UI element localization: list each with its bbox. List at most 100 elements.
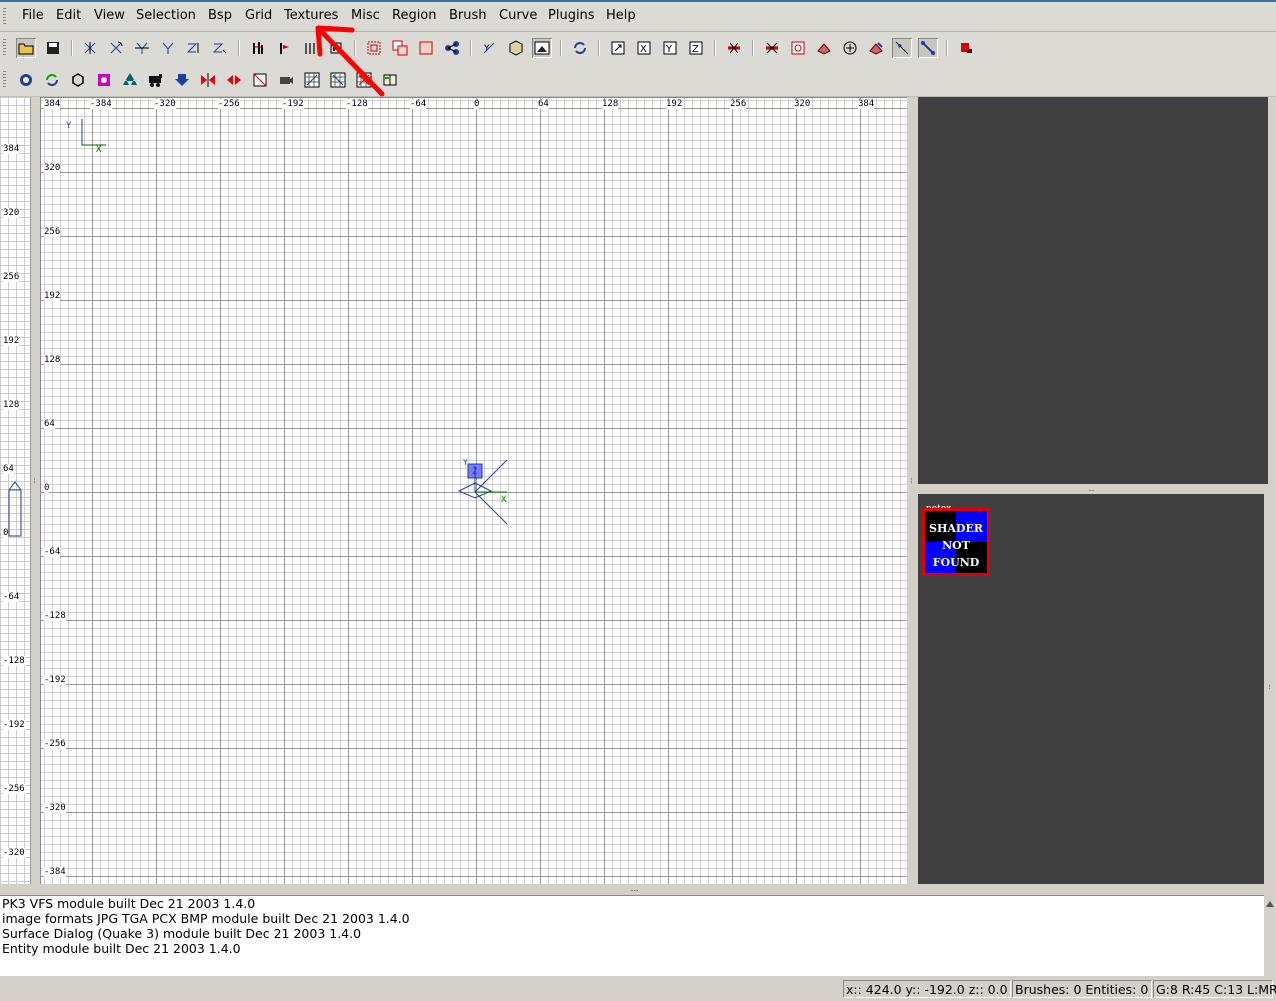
menu-view[interactable]: View	[94, 8, 125, 23]
rotate-z-icon[interactable]	[210, 38, 230, 58]
open-icon[interactable]	[16, 38, 36, 58]
plugin-train-icon[interactable]	[146, 70, 166, 90]
texture-lock-icon[interactable]	[814, 38, 834, 58]
z-view-splitter[interactable]: ....	[31, 97, 41, 884]
z-view[interactable]: 384 320 256 192 128 64 0 -64 -128 -192 -…	[0, 97, 31, 884]
menu-edit[interactable]: Edit	[56, 8, 81, 23]
svg-text:Y: Y	[665, 44, 673, 55]
status-grid: G:8 R:45 C:13 L:MR	[1153, 980, 1276, 998]
flip-x-icon[interactable]	[80, 38, 100, 58]
view-y-icon[interactable]: Y	[660, 38, 680, 58]
menu-grid[interactable]: Grid	[245, 8, 272, 23]
menu-plugins[interactable]: Plugins	[548, 8, 595, 23]
main-toolbar: Y X Y Z	[0, 32, 1276, 65]
console-scrollbar[interactable]	[1264, 895, 1276, 975]
filter-icon[interactable]	[724, 38, 744, 58]
select-complete-tall-icon[interactable]	[248, 38, 268, 58]
origin-x-label: X	[501, 495, 507, 505]
plugin-tree-icon[interactable]	[120, 70, 140, 90]
axis-y-label: Y	[66, 121, 72, 131]
patch-icon[interactable]	[788, 38, 808, 58]
menu-selection[interactable]: Selection	[136, 8, 196, 23]
rotate-x-icon[interactable]	[106, 38, 126, 58]
axis-indicator	[81, 119, 106, 146]
right-horizontal-splitter[interactable]: ....	[918, 484, 1268, 494]
z-label: 256	[3, 272, 20, 282]
select-touching-icon[interactable]	[274, 38, 294, 58]
cubic-clip-icon[interactable]	[532, 38, 552, 58]
flip-z-icon[interactable]	[184, 38, 204, 58]
toolbar-grip[interactable]	[3, 39, 6, 57]
grid-y-label: -384	[44, 867, 66, 877]
flip-y-icon[interactable]	[132, 38, 152, 58]
texture-view-icon[interactable]	[506, 38, 526, 58]
texture-browser[interactable]: notex SHADER NOT FOUND	[918, 494, 1264, 884]
scroll-up-icon[interactable]	[1264, 897, 1276, 911]
menu-brush[interactable]: Brush	[449, 8, 487, 23]
console-splitter[interactable]: .....	[0, 884, 1276, 895]
plugin-camera-icon[interactable]	[276, 70, 296, 90]
console-line: Surface Dialog (Quake 3) module built De…	[2, 926, 362, 941]
grid-x-label: 128	[602, 99, 619, 109]
main-vertical-splitter[interactable]: ....	[907, 97, 918, 884]
plugin-cross-box-icon[interactable]	[250, 70, 270, 90]
plugin-hexagon-icon[interactable]	[68, 70, 88, 90]
texture-browser-scrollbar[interactable]: ...	[1264, 494, 1276, 884]
view-z-icon[interactable]: Z	[686, 38, 706, 58]
console-line: PK3 VFS module built Dec 21 2003 1.4.0	[2, 896, 256, 911]
svg-text:Z: Z	[692, 44, 699, 55]
curve-insert-icon[interactable]	[866, 38, 886, 58]
console-line: image formats JPG TGA PCX BMP module bui…	[2, 911, 410, 926]
clipper-icon[interactable]	[762, 38, 782, 58]
select-faces-icon[interactable]	[892, 38, 912, 58]
z-label: 384	[3, 144, 20, 154]
xy-grid-view[interactable]: 384 -384 -320 -256 -192 -128 -64 0 64 12…	[40, 97, 908, 886]
csg-merge-icon[interactable]	[416, 38, 436, 58]
thumb-text-line: NOT	[942, 539, 970, 552]
menu-file[interactable]: File	[22, 8, 44, 23]
grid-x-label: -64	[410, 99, 427, 109]
bsp-icon[interactable]	[956, 38, 976, 58]
make-hollow-icon[interactable]	[442, 38, 462, 58]
grid-y-label: -128	[44, 611, 66, 621]
z-label: 64	[3, 464, 14, 474]
menu-curve[interactable]: Curve	[499, 8, 537, 23]
z-camera-marker[interactable]	[6, 480, 24, 538]
camera-view[interactable]	[918, 97, 1268, 484]
view-x-icon[interactable]: X	[634, 38, 654, 58]
plugin-toolbar-grip[interactable]	[3, 71, 6, 89]
svg-text:X: X	[640, 44, 647, 55]
texture-thumbnail-notex[interactable]: SHADER NOT FOUND	[922, 508, 990, 576]
plugin-mirror-icon[interactable]	[198, 70, 218, 90]
z-label: -128	[3, 656, 25, 666]
save-icon[interactable]	[43, 38, 63, 58]
grid-x-label: 0	[474, 99, 480, 109]
menubar-grip[interactable]	[3, 8, 6, 26]
plugin-shader-icon[interactable]	[16, 70, 36, 90]
refresh-icon[interactable]	[570, 38, 590, 58]
grid-y-label: 320	[44, 163, 61, 173]
plugin-cycle-icon[interactable]	[42, 70, 62, 90]
grid-y-label: -256	[44, 739, 66, 749]
thumb-text-line: SHADER	[929, 522, 983, 535]
drag-edges-icon[interactable]	[918, 38, 938, 58]
plugin-down-arrow-icon[interactable]	[172, 70, 192, 90]
origin-z-label: Z	[472, 467, 478, 477]
grid-x-label: 64	[538, 99, 549, 109]
entity-icon[interactable]	[608, 38, 628, 58]
console-log[interactable]: PK3 VFS module built Dec 21 2003 1.4.0 i…	[0, 895, 1264, 976]
grid-x-label: -384	[90, 99, 112, 109]
curve-bend-icon[interactable]	[840, 38, 860, 58]
rotate-y-icon[interactable]	[158, 38, 178, 58]
grid-y-label: 0	[44, 483, 50, 493]
change-view-icon[interactable]: Y	[480, 38, 500, 58]
plugin-texture-icon[interactable]	[94, 70, 114, 90]
plugin-flip-icon[interactable]	[224, 70, 244, 90]
axis-x-label: X	[96, 145, 102, 155]
menu-bsp[interactable]: Bsp	[208, 8, 232, 23]
z-label: -192	[3, 720, 25, 730]
menu-help[interactable]: Help	[606, 8, 636, 23]
menubar: File Edit View Selection Bsp Grid Textur…	[0, 2, 1276, 32]
grid-top-left-label: 384	[44, 99, 61, 109]
z-label: -64	[3, 592, 20, 602]
